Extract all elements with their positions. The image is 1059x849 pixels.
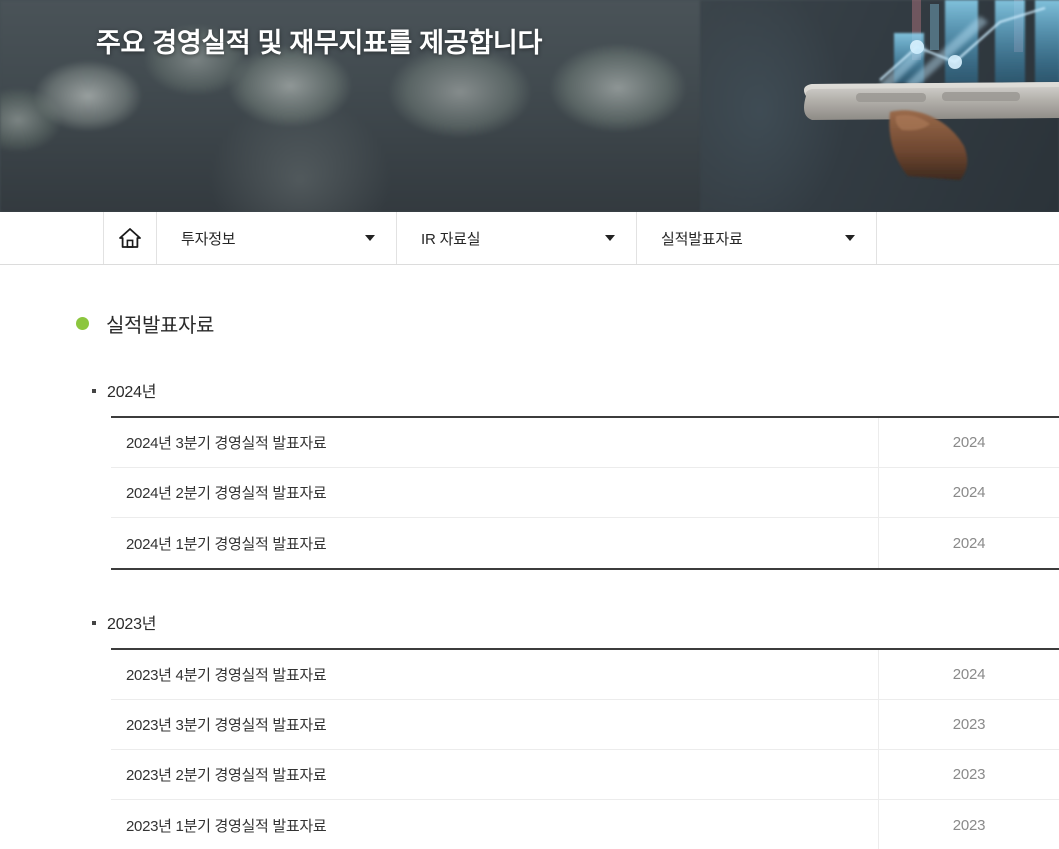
row-date: 2024 [952, 484, 986, 501]
main-content: 실적발표자료 2024년 2024년 3분기 경영실적 발표자료 2024 20… [0, 265, 1059, 849]
row-title: 2023년 3분기 경영실적 발표자료 [111, 700, 879, 749]
earnings-table-2023: 2023년 4분기 경영실적 발표자료 2024 2023년 3분기 경영실적 … [111, 648, 1059, 849]
nav-dropdown-ir-library[interactable]: IR 자료실 [397, 212, 637, 264]
table-row[interactable]: 2023년 1분기 경영실적 발표자료 2023 [111, 800, 1059, 849]
year-section-2023: 2023년 2023년 4분기 경영실적 발표자료 2024 2023년 3분기… [0, 610, 1059, 849]
nav-dropdown-label: 투자정보 [181, 230, 236, 248]
square-bullet-icon [92, 389, 96, 393]
table-row[interactable]: 2023년 3분기 경영실적 발표자료 2023 [111, 700, 1059, 750]
table-row[interactable]: 2024년 2분기 경영실적 발표자료 2024 [111, 468, 1059, 518]
row-title: 2023년 2분기 경영실적 발표자료 [111, 750, 879, 799]
year-heading: 2023년 [0, 610, 1059, 634]
row-date: 2023 [952, 716, 986, 733]
year-heading: 2024년 [0, 378, 1059, 402]
nav-left-spacer [0, 212, 104, 264]
nav-dropdown-earnings-materials[interactable]: 실적발표자료 [637, 212, 877, 264]
nav-dropdown-label: 실적발표자료 [661, 230, 743, 248]
chevron-down-icon [365, 235, 375, 241]
table-row[interactable]: 2024년 3분기 경영실적 발표자료 2024 [111, 418, 1059, 468]
breadcrumb-nav-bar: 투자정보 IR 자료실 실적발표자료 [0, 212, 1059, 265]
banner-background-right [700, 0, 1059, 212]
home-icon [118, 227, 142, 249]
earnings-table-2024: 2024년 3분기 경영실적 발표자료 2024 2024년 2분기 경영실적 … [111, 416, 1059, 570]
page-title: 실적발표자료 [106, 315, 214, 337]
row-title: 2023년 4분기 경영실적 발표자료 [111, 650, 879, 699]
year-label: 2023년 [107, 616, 157, 633]
hero-banner: 주요 경영실적 및 재무지표를 제공합니다 [0, 0, 1059, 212]
page-title-row: 실적발표자료 [0, 265, 1059, 338]
row-title: 2024년 1분기 경영실적 발표자료 [111, 518, 879, 568]
row-date: 2024 [952, 434, 986, 451]
row-date: 2023 [952, 766, 986, 783]
year-label: 2024년 [107, 384, 157, 401]
home-button[interactable] [104, 212, 157, 264]
nav-dropdown-label: IR 자료실 [421, 230, 481, 248]
banner-title: 주요 경영실적 및 재무지표를 제공합니다 [96, 28, 542, 58]
year-section-2024: 2024년 2024년 3분기 경영실적 발표자료 2024 2024년 2분기… [0, 378, 1059, 570]
row-date: 2024 [952, 666, 986, 683]
nav-right-spacer [877, 212, 1059, 264]
chevron-down-icon [845, 235, 855, 241]
nav-dropdown-investor-info[interactable]: 투자정보 [157, 212, 397, 264]
square-bullet-icon [92, 621, 96, 625]
row-date: 2024 [952, 534, 986, 552]
table-row[interactable]: 2023년 2분기 경영실적 발표자료 2023 [111, 750, 1059, 800]
row-date: 2023 [952, 816, 986, 834]
row-title: 2023년 1분기 경영실적 발표자료 [111, 800, 879, 849]
bullet-dot-icon [76, 317, 89, 330]
table-row[interactable]: 2023년 4분기 경영실적 발표자료 2024 [111, 650, 1059, 700]
row-title: 2024년 3분기 경영실적 발표자료 [111, 418, 879, 467]
row-title: 2024년 2분기 경영실적 발표자료 [111, 468, 879, 517]
table-row[interactable]: 2024년 1분기 경영실적 발표자료 2024 [111, 518, 1059, 568]
chevron-down-icon [605, 235, 615, 241]
